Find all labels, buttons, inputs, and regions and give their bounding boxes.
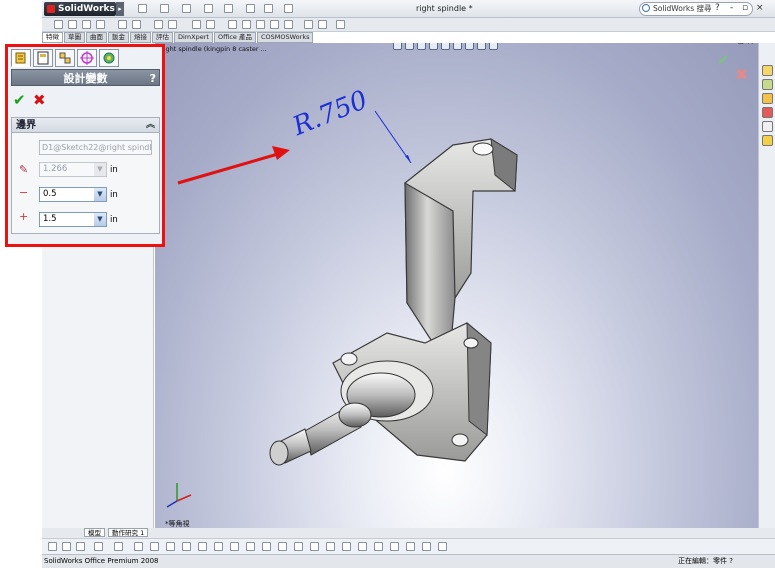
toolbar-icon[interactable] <box>228 20 237 29</box>
options-icon[interactable] <box>284 4 293 13</box>
toolbar-icon[interactable] <box>406 542 415 551</box>
search-icon <box>642 4 650 12</box>
minimize-button[interactable]: - <box>730 3 733 13</box>
tab-surfaces[interactable]: 曲面 <box>86 32 107 43</box>
standard-toolbar <box>42 18 775 32</box>
toolbar-icon[interactable] <box>242 20 251 29</box>
toolbar-icon[interactable] <box>198 542 207 551</box>
new-document-icon[interactable] <box>138 4 147 13</box>
search-input[interactable]: SolidWorks 搜尋 <box>639 2 753 16</box>
toolbar-icon[interactable] <box>134 542 143 551</box>
toolbar-icon[interactable] <box>132 20 141 29</box>
restore-button[interactable]: ▫ <box>742 3 748 13</box>
open-icon[interactable] <box>160 4 169 13</box>
toolbar-icon[interactable] <box>114 542 123 551</box>
tab-model[interactable]: 模型 <box>84 528 105 537</box>
highlight-box <box>5 44 165 247</box>
print-icon[interactable] <box>204 4 213 13</box>
toolbar-icon[interactable] <box>182 542 191 551</box>
save-icon[interactable] <box>182 4 191 13</box>
close-button[interactable]: × <box>756 3 764 13</box>
toolbar-icon[interactable] <box>48 542 57 551</box>
toolbar-icon[interactable] <box>94 542 103 551</box>
toolbar-icon[interactable] <box>284 20 293 29</box>
toolbar-icon[interactable] <box>374 542 383 551</box>
toolbar-icon[interactable] <box>278 542 287 551</box>
document-title: right spindle * <box>416 4 473 13</box>
solidworks-logo[interactable]: SolidWorks <box>44 2 116 16</box>
toolbar-icon[interactable] <box>256 20 265 29</box>
palette-icon[interactable] <box>762 107 773 118</box>
spindle-part-model[interactable] <box>155 43 758 528</box>
commandmanager-tabs: 特徵 草圖 曲面 鈑金 熔接 評估 DimXpert Office 產品 COS… <box>42 32 364 43</box>
toolbar-icon[interactable] <box>192 20 201 29</box>
home-icon[interactable] <box>762 65 773 76</box>
toolbar-icon[interactable] <box>82 20 91 29</box>
tab-motion-study[interactable]: 動作研究 1 <box>108 528 149 537</box>
toolbar-icon[interactable] <box>96 20 105 29</box>
tab-sketch[interactable]: 草圖 <box>64 32 85 43</box>
toolbar-icon[interactable] <box>62 542 71 551</box>
tab-features[interactable]: 特徵 <box>42 32 63 43</box>
library-icon[interactable] <box>762 79 773 90</box>
tab-sheet-metal[interactable]: 鈑金 <box>108 32 129 43</box>
toolbar-icon[interactable] <box>318 20 327 29</box>
toolbar-icon[interactable] <box>206 20 215 29</box>
toolbar-icon[interactable] <box>358 542 367 551</box>
menu-expand-icon[interactable]: ▸ <box>116 2 124 16</box>
tab-weldments[interactable]: 熔接 <box>130 32 151 43</box>
toolbar-icon[interactable] <box>76 542 85 551</box>
status-editing: 正在編輯：零件 ? <box>678 557 733 565</box>
toolbar-icon[interactable] <box>304 20 313 29</box>
toolbar-icon[interactable] <box>342 542 351 551</box>
bottom-tab-bar: 模型 動作研究 1 <box>42 528 775 538</box>
task-pane <box>758 43 775 528</box>
appearance-icon[interactable] <box>762 121 773 132</box>
folder-icon[interactable] <box>762 93 773 104</box>
graphics-area[interactable]: right spindle (kingpin 8 caster ... – ⧉ … <box>155 43 758 528</box>
toolbar-icon[interactable] <box>262 542 271 551</box>
toolbar-icon[interactable] <box>68 20 77 29</box>
custom-properties-icon[interactable] <box>762 135 773 146</box>
toolbar-icon[interactable] <box>310 542 319 551</box>
tab-office-products[interactable]: Office 產品 <box>213 32 256 43</box>
tab-evaluate[interactable]: 評估 <box>152 32 173 43</box>
toolbar-icon[interactable] <box>326 542 335 551</box>
view-orientation-label: *等角視 <box>165 520 190 528</box>
toolbar-icon[interactable] <box>246 542 255 551</box>
select-icon[interactable] <box>246 4 255 13</box>
title-bar: SolidWorks ▸ right spindle * SolidWorks … <box>42 0 775 18</box>
toolbar-icon[interactable] <box>54 20 63 29</box>
tab-cosmosworks[interactable]: COSMOSWorks <box>257 32 314 43</box>
status-bar: SolidWorks Office Premium 2008 正在編輯：零件 ? <box>42 554 775 568</box>
tab-dimxpert[interactable]: DimXpert <box>174 32 213 43</box>
toolbar-icon[interactable] <box>118 20 127 29</box>
toolbar-icon[interactable] <box>390 542 399 551</box>
toolbar-icon[interactable] <box>422 542 431 551</box>
toolbar-icon[interactable] <box>214 542 223 551</box>
toolbar-icon[interactable] <box>438 542 447 551</box>
help-button[interactable]: ? <box>715 3 720 13</box>
status-product: SolidWorks Office Premium 2008 <box>44 557 159 565</box>
toolbar-icon[interactable] <box>336 20 345 29</box>
toolbar-icon[interactable] <box>294 542 303 551</box>
undo-icon[interactable] <box>224 4 233 13</box>
rebuild-icon[interactable] <box>264 4 273 13</box>
toolbar-icon[interactable] <box>154 20 163 29</box>
toolbar-icon[interactable] <box>166 542 175 551</box>
sketch-toolbar <box>42 538 775 554</box>
toolbar-icon[interactable] <box>230 542 239 551</box>
toolbar-icon[interactable] <box>150 542 159 551</box>
toolbar-icon[interactable] <box>168 20 177 29</box>
toolbar-icon[interactable] <box>270 20 279 29</box>
